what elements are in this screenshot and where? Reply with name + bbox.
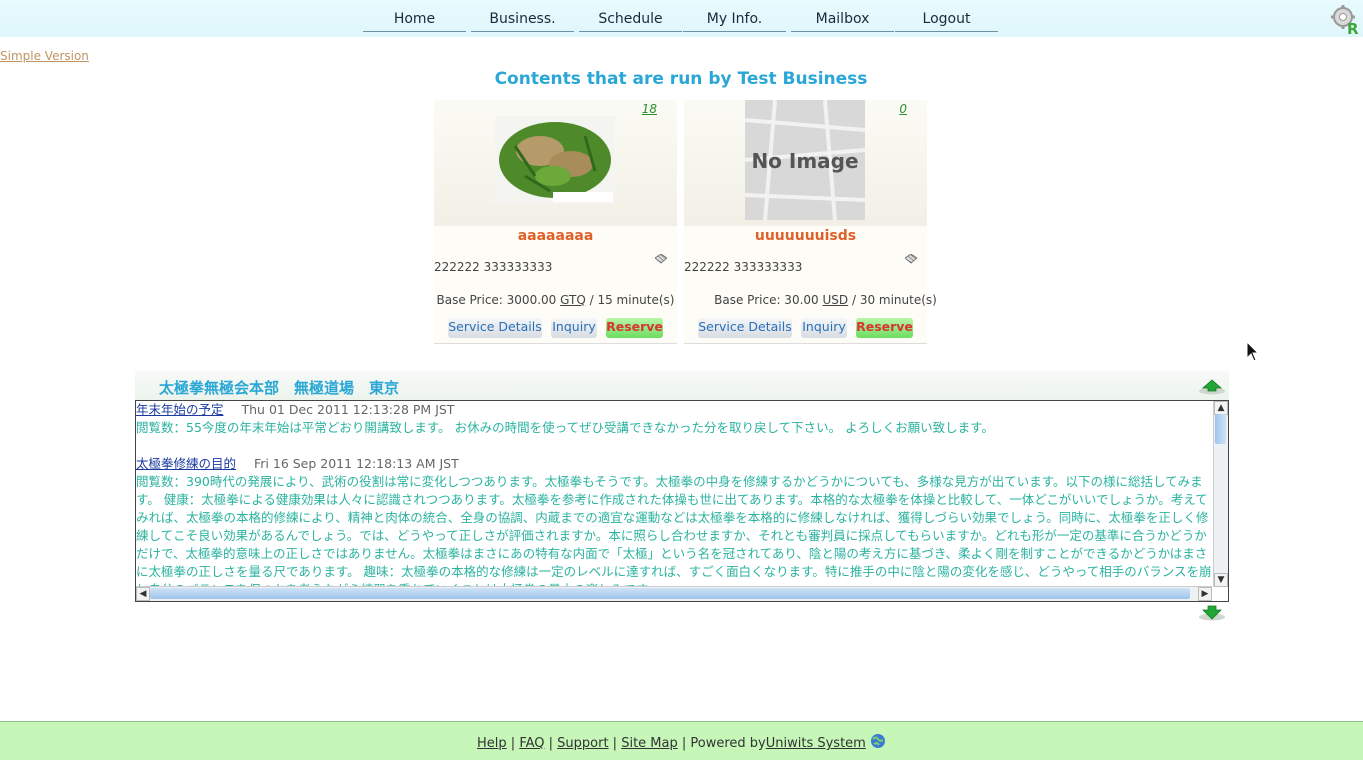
post-title-link[interactable]: 年末年始の予定 [136, 402, 224, 417]
site-map-link[interactable]: Site Map [621, 736, 678, 751]
svg-text:No Image: No Image [751, 149, 858, 173]
scroll-up-icon[interactable]: ▲ [1214, 401, 1228, 415]
arrow-down-icon[interactable] [1198, 605, 1226, 621]
currency-link[interactable]: GTQ [560, 293, 586, 307]
scroll-thumb[interactable] [1215, 414, 1226, 444]
help-link[interactable]: Help [477, 736, 507, 751]
nav-home[interactable]: Home [363, 11, 466, 32]
gear-logo-icon[interactable]: R [1329, 3, 1361, 35]
scroll-thumb[interactable] [150, 588, 1190, 599]
simple-version-link[interactable]: Simple Version [0, 49, 89, 63]
reserve-button[interactable]: Reserve [606, 318, 663, 338]
base-price: Base Price: 3000.00 GTQ / 15 minute(s) [436, 293, 675, 307]
service-description: 222222 333333333 [684, 260, 803, 274]
nav-my-info[interactable]: My Info. [683, 11, 786, 32]
post-body: 閲覧数：390時代の発展により、武術の役割は常に変化しつつあります。太極拳もそう… [136, 474, 1212, 597]
nav-mailbox[interactable]: Mailbox [791, 11, 894, 32]
posts-box[interactable]: 年末年始の予定 Thu 01 Dec 2011 12:13:28 PM JST … [135, 400, 1229, 602]
arrow-up-icon[interactable] [1198, 379, 1226, 395]
scroll-left-icon[interactable]: ◀ [136, 587, 150, 601]
no-image-placeholder[interactable]: No Image [745, 100, 865, 220]
top-bar: Home Business. Schedule My Info. Mailbox… [0, 0, 1363, 37]
inquiry-button[interactable]: Inquiry [801, 318, 847, 338]
base-price: Base Price: 30.00 USD / 30 minute(s) [714, 293, 937, 307]
svg-text:R: R [1347, 20, 1359, 35]
globe-icon [870, 734, 885, 748]
posts-content: 年末年始の予定 Thu 01 Dec 2011 12:13:28 PM JST … [136, 401, 1212, 599]
panel-title: 太極拳無極会本部 無極道場 東京 [159, 379, 400, 397]
view-count-link[interactable]: 18 [642, 102, 657, 116]
post-body: 閲覧数：55今度の年末年始は平常どおり開講致します。 お休みの時間を使ってぜひ受… [136, 420, 994, 435]
post-date: Thu 01 Dec 2011 12:13:28 PM JST [241, 402, 455, 417]
mouse-cursor-icon [1246, 341, 1260, 362]
inquiry-button[interactable]: Inquiry [551, 318, 597, 338]
currency-link[interactable]: USD [823, 293, 849, 307]
nav-schedule[interactable]: Schedule [579, 11, 682, 32]
post: 年末年始の予定 Thu 01 Dec 2011 12:13:28 PM JST [136, 401, 1212, 419]
service-card: 18 aaaaaaaa 222222 333333333 Base Price:… [434, 100, 677, 344]
service-card: 0 No Image uuuuuuuisds 222222 333333333 … [684, 100, 937, 344]
nav-business[interactable]: Business. [471, 11, 574, 32]
service-details-button[interactable]: Service Details [448, 318, 542, 338]
page-heading: Contents that are run by Test Business [494, 69, 868, 89]
service-name: uuuuuuuisds [754, 228, 857, 244]
service-name: aaaaaaaa [517, 228, 594, 244]
scroll-down-icon[interactable]: ▼ [1214, 573, 1228, 587]
footer: Help | FAQ | Support | Site Map | Powere… [0, 721, 1363, 760]
service-photo[interactable] [495, 116, 615, 204]
powered-by-text: Powered by [690, 736, 766, 751]
post-date: Fri 16 Sep 2011 12:18:13 AM JST [254, 456, 459, 471]
post: 太極拳修練の目的 Fri 16 Sep 2011 12:18:13 AM JST [136, 455, 1212, 473]
horizontal-scrollbar[interactable]: ◀ ▶ [136, 586, 1212, 601]
service-description: 222222 333333333 [434, 260, 553, 274]
faq-link[interactable]: FAQ [519, 736, 544, 751]
uniwits-link[interactable]: Uniwits System [766, 736, 866, 751]
support-link[interactable]: Support [557, 736, 608, 751]
vertical-scrollbar[interactable]: ▲ ▼ [1213, 401, 1228, 587]
nav-logout[interactable]: Logout [895, 11, 998, 32]
service-details-button[interactable]: Service Details [698, 318, 792, 338]
calendar-grid-icon[interactable] [905, 254, 917, 264]
post-title-link[interactable]: 太極拳修練の目的 [136, 456, 236, 471]
panel-header: 太極拳無極会本部 無極道場 東京 [135, 371, 1229, 401]
calendar-grid-icon[interactable] [655, 254, 667, 264]
scroll-right-icon[interactable]: ▶ [1198, 587, 1212, 601]
footer-links: Help | FAQ | Support | Site Map | Powere… [0, 733, 1363, 751]
reserve-button[interactable]: Reserve [856, 318, 913, 338]
view-count-link[interactable]: 0 [899, 102, 907, 116]
